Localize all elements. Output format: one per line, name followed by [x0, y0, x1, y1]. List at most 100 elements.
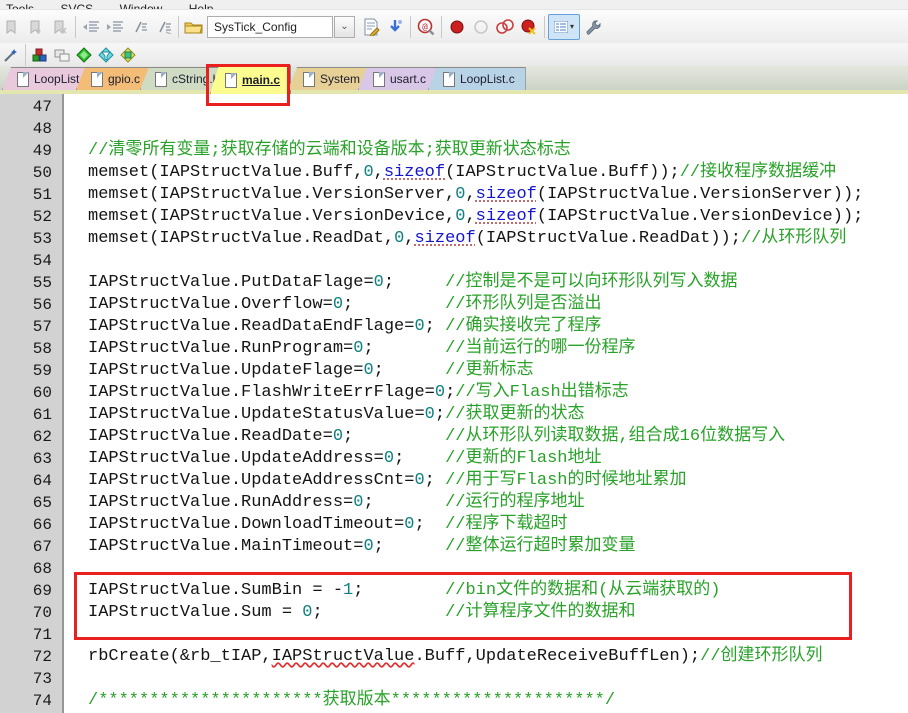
- function-select[interactable]: SysTick_Config: [207, 15, 333, 38]
- line-number: 65: [0, 492, 62, 514]
- code-line-47: 47: [0, 96, 908, 118]
- function-select-dropdown[interactable]: ⌄: [334, 15, 355, 38]
- code-line-74: 74/**********************获取版本***********…: [0, 690, 908, 712]
- code-line-53: 53 memset(IAPStructValue.ReadDat,0,sizeof…: [0, 228, 908, 250]
- comment-selection-icon[interactable]: [127, 15, 151, 39]
- code-line-72: 72 rbCreate(&rb_tIAP,IAPStructValue.Buff,…: [0, 646, 908, 668]
- code-editor[interactable]: 47 48 49//清零所有变量;获取存储的云端和设备版本;获取更新状态标志 50 me…: [0, 94, 908, 713]
- code-line-59: 59 IAPStructValue.UpdateFlage=0; //更新标志: [0, 360, 908, 382]
- line-number: 62: [0, 426, 62, 448]
- keyword-sizeof: sizeof: [383, 163, 446, 182]
- line-number: 48: [0, 118, 62, 140]
- document-icon: [91, 71, 103, 87]
- line-number: 66: [0, 514, 62, 536]
- code-line-49: 49//清零所有变量;获取存储的云端和设备版本;获取更新状态标志: [0, 140, 908, 162]
- tab-usart-c[interactable]: usart.c: [358, 67, 438, 90]
- line-number: 49: [0, 140, 62, 162]
- line-number: 61: [0, 404, 62, 426]
- insert-template-icon[interactable]: [383, 15, 407, 39]
- filter-funnel-icon[interactable]: [95, 45, 117, 65]
- tab-label: gpio.c: [108, 72, 141, 86]
- tab-label: LoopList.c: [460, 72, 515, 86]
- configure-tools-icon[interactable]: [580, 15, 604, 39]
- tab-looplist-c[interactable]: LoopList.c: [428, 67, 526, 90]
- code-line-65: 65 IAPStructValue.RunAddress=0; //运行的程序地址: [0, 492, 908, 514]
- document-icon: [225, 72, 237, 88]
- kill-all-breakpoints-icon[interactable]: [517, 15, 541, 39]
- edit-document-icon[interactable]: [359, 15, 383, 39]
- document-icon: [443, 71, 455, 87]
- line-number: 52: [0, 206, 62, 228]
- line-number: 55: [0, 272, 62, 294]
- code-line-51: 51 memset(IAPStructValue.VersionServer,0,…: [0, 184, 908, 206]
- keyword-sizeof: sizeof: [475, 207, 537, 226]
- disable-all-breakpoints-icon[interactable]: [493, 15, 517, 39]
- document-icon: [303, 71, 315, 87]
- find-in-files-icon[interactable]: @: [414, 15, 438, 39]
- document-icon: [155, 71, 167, 87]
- line-number: 59: [0, 360, 62, 382]
- code-line-66: 66 IAPStructValue.DownloadTimeout=0; //程序…: [0, 514, 908, 536]
- bookmark-next-icon[interactable]: [24, 15, 48, 39]
- code-line-55: 55 IAPStructValue.PutDataFlage=0; //控制是不是…: [0, 272, 908, 294]
- code-line-63: 63 IAPStructValue.UpdateAddress=0; //更新的F…: [0, 448, 908, 470]
- code-line-61: 61 IAPStructValue.UpdateStatusValue=0;//获…: [0, 404, 908, 426]
- line-number: 67: [0, 536, 62, 558]
- debug-wand-icon[interactable]: [0, 45, 22, 65]
- toolbar-main: SysTick_Config ⌄ @ ▾: [0, 9, 908, 44]
- line-number: 50: [0, 162, 62, 184]
- line-number: 54: [0, 250, 62, 272]
- code-line-60: 60 IAPStructValue.FlashWriteErrFlage=0;//…: [0, 382, 908, 404]
- toolbar-separator: [75, 15, 76, 38]
- bookmark-clear-icon[interactable]: [48, 15, 72, 39]
- indent-more-icon[interactable]: [103, 15, 127, 39]
- tab-label: usart.c: [390, 72, 427, 86]
- line-number: 72: [0, 646, 62, 668]
- uncomment-selection-icon[interactable]: [151, 15, 175, 39]
- memory-box-icon[interactable]: [117, 45, 139, 65]
- line-number: 74: [0, 690, 62, 712]
- code-line-52: 52 memset(IAPStructValue.VersionDevice,0,…: [0, 206, 908, 228]
- code-line-57: 57 IAPStructValue.ReadDataEndFlage=0; //确…: [0, 316, 908, 338]
- toolbar-separator: [410, 15, 411, 38]
- code-line-69: 69 IAPStructValue.SumBin = -1; //bin文件的数据…: [0, 580, 908, 602]
- line-number: 53: [0, 228, 62, 250]
- squiggle-underlined-identifier: IAPStructValue: [271, 647, 415, 666]
- open-folder-icon[interactable]: [182, 15, 206, 39]
- system-viewer-icon[interactable]: [73, 45, 95, 65]
- document-tab-bar: LoopList.h gpio.c cString.h main.c System.c u…: [0, 65, 908, 94]
- menu-item-help[interactable]: Help: [189, 2, 214, 9]
- bookmark-toggle-icon[interactable]: [0, 15, 24, 39]
- windows-list-toggle-button[interactable]: ▾: [548, 13, 580, 40]
- line-number: 64: [0, 470, 62, 492]
- indent-less-icon[interactable]: [79, 15, 103, 39]
- line-number: 47: [0, 96, 62, 118]
- toolbar-debug: [0, 43, 908, 67]
- menu-item-svcs[interactable]: SVCS: [60, 2, 93, 9]
- code-line-56: 56 IAPStructValue.Overflow=0; //环形队列是否溢出: [0, 294, 908, 316]
- analysis-blocks-icon[interactable]: [29, 45, 51, 65]
- line-number: 73: [0, 668, 62, 690]
- code-line-71: 71: [0, 624, 908, 646]
- insert-breakpoint-icon[interactable]: [445, 15, 469, 39]
- code-line-67: 67 IAPStructValue.MainTimeout=0; //整体运行超时…: [0, 536, 908, 558]
- toolbar-separator: [25, 43, 26, 66]
- document-icon: [373, 71, 385, 87]
- tab-gpio-c[interactable]: gpio.c: [76, 67, 152, 90]
- document-icon: [17, 71, 29, 87]
- toolbar-separator: [178, 15, 179, 38]
- code-line-68: 68: [0, 558, 908, 580]
- tab-main-c[interactable]: main.c: [210, 65, 292, 94]
- svg-text:@: @: [422, 22, 428, 32]
- enable-disable-breakpoint-icon[interactable]: [469, 15, 493, 39]
- menu-item-tools[interactable]: Tools: [6, 2, 34, 9]
- menu-item-window[interactable]: Window: [120, 2, 163, 9]
- line-number: 57: [0, 316, 62, 338]
- code-line-50: 50 memset(IAPStructValue.Buff,0,sizeof(IA…: [0, 162, 908, 184]
- menu-bar: Tools SVCS Window Help: [0, 0, 908, 9]
- windows-layout-icon[interactable]: [51, 45, 73, 65]
- keyword-sizeof: sizeof: [475, 185, 537, 204]
- keyword-sizeof: sizeof: [414, 229, 476, 248]
- line-number: 60: [0, 382, 62, 404]
- code-line-54: 54: [0, 250, 908, 272]
